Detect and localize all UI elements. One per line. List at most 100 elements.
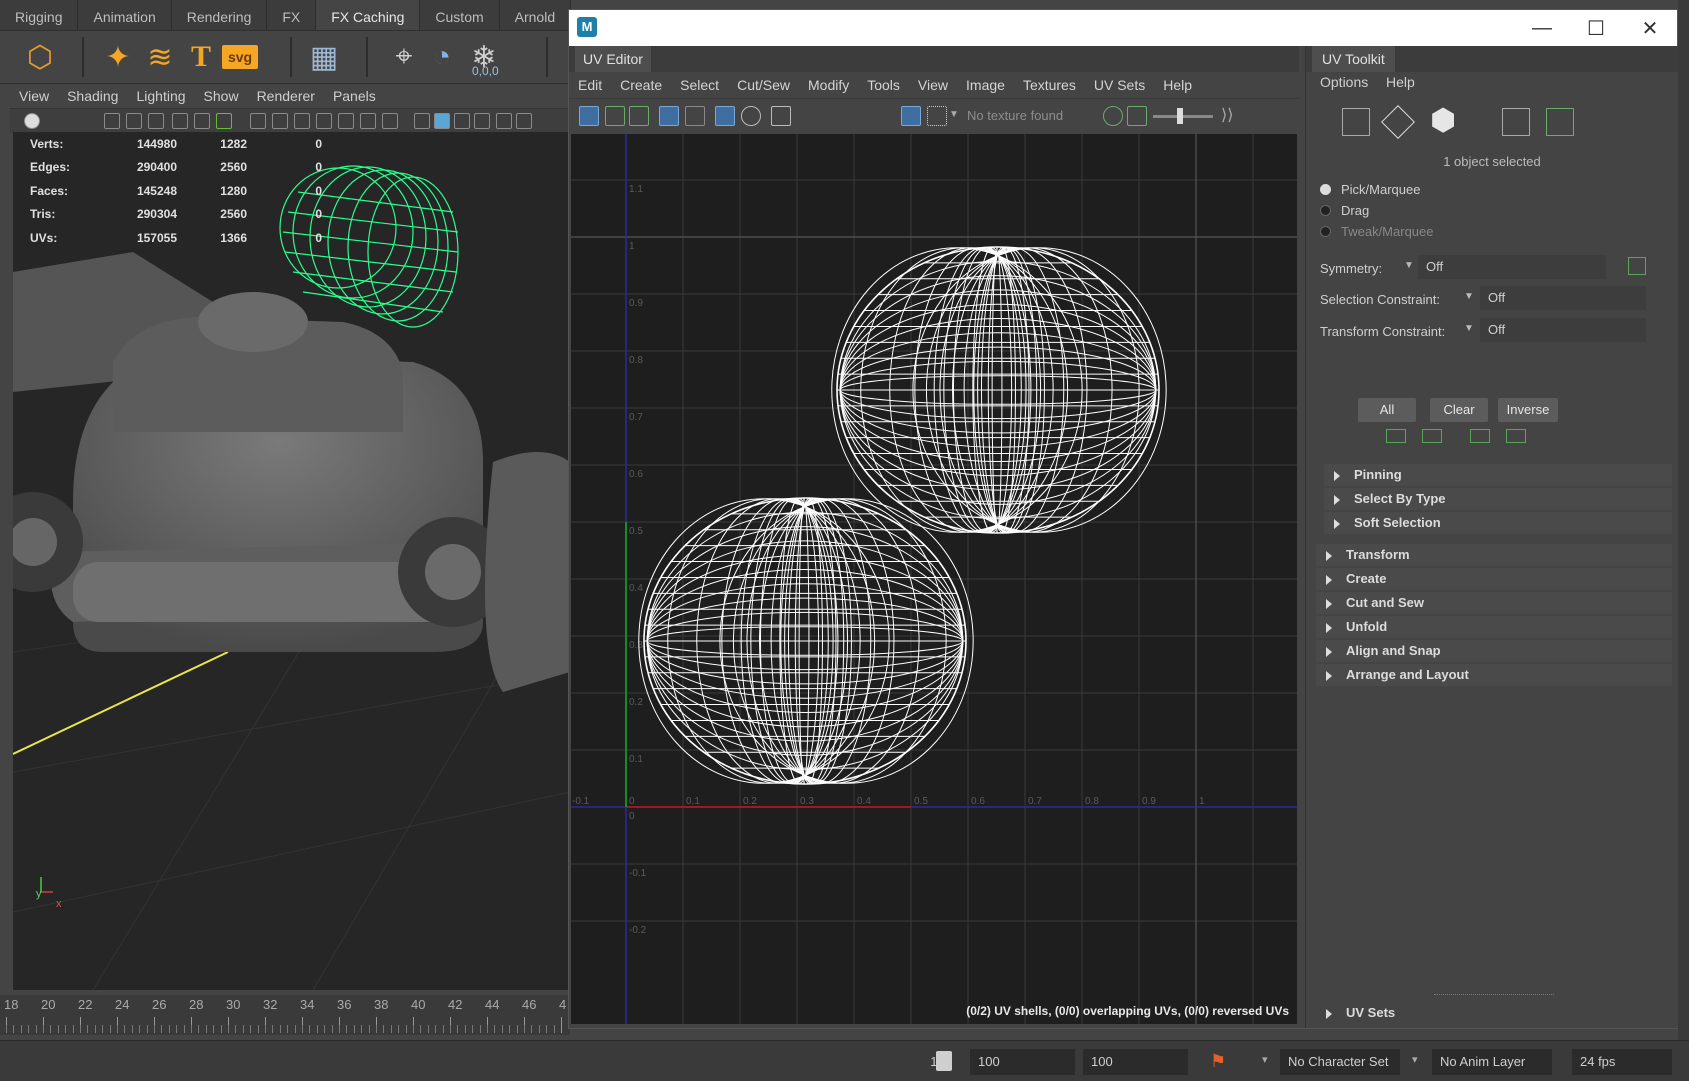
time-slider[interactable]: 18 20 22 24 26 28 30 32 34 36 38 40 42 44 46 4	[0, 995, 570, 1035]
gate-mask-icon[interactable]	[316, 113, 332, 129]
shrink-selection-icon[interactable]	[1386, 429, 1406, 443]
uv-grid-icon[interactable]	[715, 106, 735, 126]
image-plane-icon[interactable]	[194, 113, 210, 129]
shelf-tab-arnold[interactable]: Arnold	[500, 0, 572, 30]
grow-along-loop-icon[interactable]	[1506, 429, 1526, 443]
symmetry-axis-icon[interactable]	[1628, 257, 1646, 275]
field-chart-icon[interactable]	[338, 113, 354, 129]
safe-action-icon[interactable]	[360, 113, 376, 129]
close-icon[interactable]: ✕	[1623, 10, 1677, 46]
symmetry-dropdown-icon[interactable]: ▼	[1404, 260, 1414, 271]
viewport-menu-shading[interactable]: Shading	[58, 88, 127, 104]
section-unfold[interactable]: Unfold	[1316, 616, 1672, 638]
vertex-mode-icon[interactable]	[1342, 108, 1370, 136]
measure-icon[interactable]: ◔	[424, 39, 460, 75]
uv-editor-tab[interactable]: UV Editor	[575, 46, 651, 72]
grease-pencil-icon[interactable]	[216, 113, 232, 129]
mode-pick-marquee[interactable]: Pick/Marquee	[1320, 182, 1420, 197]
polyhedron-icon[interactable]: ⬡	[22, 39, 58, 75]
bookmark-icon[interactable]	[172, 113, 188, 129]
select-camera-icon[interactable]	[24, 113, 40, 129]
uv-menu-tools[interactable]: Tools	[858, 77, 909, 93]
uv-menu-uv-sets[interactable]: UV Sets	[1085, 77, 1154, 93]
character-set-field[interactable]: No Character Set	[1280, 1049, 1400, 1075]
uv-rotate-icon[interactable]	[629, 106, 649, 126]
toolbar-expand-icon[interactable]: ⟩⟩	[1221, 105, 1233, 125]
grid-calendar-icon[interactable]: ▦	[306, 39, 342, 75]
minimize-icon[interactable]: —	[1515, 10, 1569, 46]
curve-icon[interactable]: ≋	[142, 39, 178, 75]
section-align-and-snap[interactable]: Align and Snap	[1316, 640, 1672, 662]
uv-distortion-icon[interactable]	[659, 106, 679, 126]
section-cut-and-sew[interactable]: Cut and Sew	[1316, 592, 1672, 614]
type-icon[interactable]: T	[183, 39, 219, 75]
resolution-gate-icon[interactable]	[294, 113, 310, 129]
shadows-icon[interactable]	[516, 113, 532, 129]
uv-menu-select[interactable]: Select	[671, 77, 728, 93]
transform-constraint-dropdown-icon[interactable]: ▼	[1464, 323, 1474, 334]
auto-key-icon[interactable]: ⚑	[1210, 1051, 1226, 1072]
toolkit-menu-options[interactable]: Options	[1320, 74, 1368, 90]
uv-menu-view[interactable]: View	[909, 77, 957, 93]
wireframe-icon[interactable]	[414, 113, 430, 129]
uv-menu-cut-sew[interactable]: Cut/Sew	[728, 77, 799, 93]
uv-menu-help[interactable]: Help	[1154, 77, 1201, 93]
playback-end-field[interactable]: 100	[970, 1049, 1075, 1075]
wireframe-on-shaded-icon[interactable]	[454, 113, 470, 129]
invert-selection-button[interactable]: Inverse	[1498, 398, 1558, 422]
viewport-menu-panels[interactable]: Panels	[324, 88, 385, 104]
camera-icon[interactable]	[104, 113, 120, 129]
snapshot-icon[interactable]	[771, 106, 791, 126]
toolkit-menu-help[interactable]: Help	[1386, 74, 1415, 90]
svg-icon[interactable]: svg	[222, 45, 258, 69]
image-slider-handle[interactable]	[1177, 108, 1183, 124]
maximize-icon[interactable]: ☐	[1569, 10, 1623, 46]
safe-title-icon[interactable]	[382, 113, 398, 129]
edge-mode-icon[interactable]	[1381, 105, 1415, 139]
mode-tweak-marquee[interactable]: Tweak/Marquee	[1320, 224, 1434, 239]
uv-border-icon[interactable]	[685, 106, 705, 126]
section-create[interactable]: Create	[1316, 568, 1672, 590]
grow-selection-icon[interactable]	[1422, 429, 1442, 443]
textured-icon[interactable]	[474, 113, 490, 129]
character-set-dropdown-icon[interactable]: ▾	[1262, 1053, 1268, 1066]
uv-menu-edit[interactable]: Edit	[569, 77, 611, 93]
subsection-select-by-type[interactable]: Select By Type	[1324, 488, 1672, 510]
shelf-tab-rendering[interactable]: Rendering	[172, 0, 268, 30]
locator-icon[interactable]: ⌖	[386, 39, 422, 75]
smooth-shade-icon[interactable]	[434, 113, 450, 129]
clear-selection-button[interactable]: Clear	[1430, 398, 1488, 422]
face-mode-icon[interactable]	[1502, 108, 1530, 136]
anim-layer-dropdown-icon[interactable]: ▾	[1412, 1053, 1418, 1066]
shelf-tab-animation[interactable]: Animation	[78, 0, 172, 30]
section-transform[interactable]: Transform	[1316, 544, 1672, 566]
object-mode-icon[interactable]: ⬢	[1430, 106, 1456, 136]
uv-flip-icon[interactable]	[605, 106, 625, 126]
selection-constraint-value[interactable]: Off	[1480, 286, 1646, 310]
section-arrange-and-layout[interactable]: Arrange and Layout	[1316, 664, 1672, 686]
uv-shaded-icon[interactable]	[741, 106, 761, 126]
shelf-tab-fx-caching[interactable]: FX Caching	[316, 0, 421, 30]
uv-texture-space[interactable]: -0.1 0 0.1 0.2 0.3 0.4 0.5 0.6 0.7 0.8 0.9 1 1.1 1 0.9…	[571, 134, 1297, 1024]
anim-layer-field[interactable]: No Anim Layer	[1432, 1049, 1552, 1075]
resize-grip[interactable]	[1434, 994, 1554, 995]
sparkle-icon[interactable]: ✦	[100, 39, 136, 75]
transform-constraint-value[interactable]: Off	[1480, 318, 1646, 342]
camera-lock-icon[interactable]	[126, 113, 142, 129]
range-handle[interactable]	[936, 1051, 952, 1071]
camera-attr-icon[interactable]	[148, 113, 164, 129]
uv-menu-modify[interactable]: Modify	[799, 77, 858, 93]
viewport-menu-renderer[interactable]: Renderer	[248, 88, 324, 104]
subsection-pinning[interactable]: Pinning	[1324, 464, 1672, 486]
viewport-menu-show[interactable]: Show	[195, 88, 248, 104]
display-image-icon[interactable]	[901, 106, 921, 126]
exposure-icon[interactable]	[1103, 106, 1123, 126]
3d-viewport[interactable]	[13, 132, 570, 990]
uv-toolkit-tab[interactable]: UV Toolkit	[1312, 46, 1395, 72]
grid-icon[interactable]	[250, 113, 266, 129]
shelf-tab-custom[interactable]: Custom	[420, 0, 500, 30]
film-gate-icon[interactable]	[272, 113, 288, 129]
uv-menu-image[interactable]: Image	[957, 77, 1014, 93]
image-ratio-icon[interactable]	[1127, 106, 1147, 126]
selection-constraint-dropdown-icon[interactable]: ▼	[1464, 291, 1474, 302]
